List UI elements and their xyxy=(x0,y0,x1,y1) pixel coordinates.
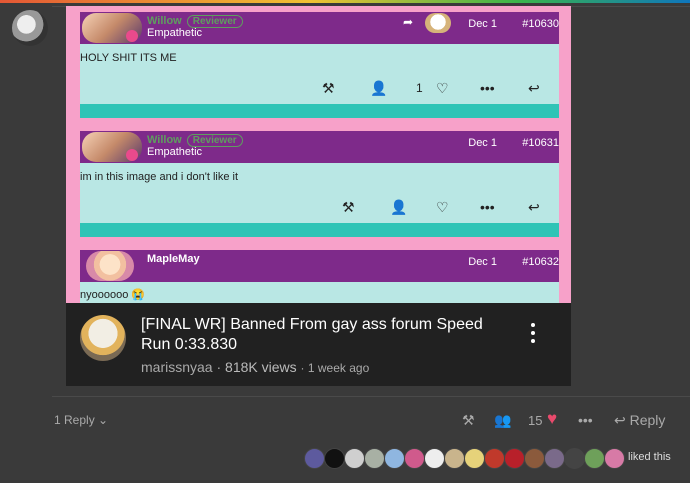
user-title: Empathetic xyxy=(147,146,203,158)
more-icon[interactable]: ••• xyxy=(578,412,593,428)
avatar[interactable] xyxy=(304,448,325,469)
avatar[interactable] xyxy=(324,448,345,469)
post-bar xyxy=(80,104,559,118)
post-header: MapleMay Dec 1 #10632 xyxy=(80,250,559,282)
replies-toggle[interactable]: 1 Reply ⌄ xyxy=(54,413,108,427)
liked-this-label: liked this xyxy=(628,451,671,463)
user-title: Empathetic xyxy=(147,27,203,39)
avatar xyxy=(86,251,134,281)
video-embed[interactable]: Willow Reviewer Empathetic ➦ Dec 1 #10630… xyxy=(66,6,571,386)
reply-icon: ↩ xyxy=(528,80,540,96)
reply-label: Reply xyxy=(629,412,666,428)
post-number: #10631 xyxy=(522,137,559,149)
avatar[interactable] xyxy=(544,448,565,469)
avatar[interactable] xyxy=(524,448,545,469)
view-count: 818K views xyxy=(225,359,297,375)
post-10631: Willow Reviewer Empathetic Dec 1 #10631 i… xyxy=(80,131,559,241)
post-number: #10632 xyxy=(522,256,559,268)
avatar[interactable] xyxy=(604,448,625,469)
user-icon: 👤 xyxy=(390,199,408,215)
post-body: im in this image and i don't like it ⚒ 👤… xyxy=(80,163,559,223)
avatar[interactable] xyxy=(12,10,48,46)
channel-avatar[interactable] xyxy=(80,315,126,361)
video-title[interactable]: [FINAL WR] Banned From gay ass forum Spe… xyxy=(141,315,511,355)
divider xyxy=(52,396,690,397)
video-info-bar: [FINAL WR] Banned From gay ass forum Spe… xyxy=(66,303,571,386)
reply-button[interactable]: ↩ Reply xyxy=(614,412,665,429)
channel-name[interactable]: marissnyaa xyxy=(141,359,213,375)
screenshot-frame: Willow Reviewer Empathetic ➦ Dec 1 #10630… xyxy=(66,6,571,303)
avatar[interactable] xyxy=(504,448,525,469)
heart-icon xyxy=(126,149,138,161)
hammer-icon[interactable]: ⚒ xyxy=(462,412,475,429)
avatar[interactable] xyxy=(364,448,385,469)
post-header: Willow Reviewer Empathetic ➦ Dec 1 #10630 xyxy=(80,12,559,44)
heart-icon[interactable]: ♥ xyxy=(547,409,557,429)
heart-icon xyxy=(126,30,138,42)
heart-icon: ♡ xyxy=(436,199,449,215)
post-header: Willow Reviewer Empathetic Dec 1 #10631 xyxy=(80,131,559,163)
avatar[interactable] xyxy=(564,448,585,469)
post-10630: Willow Reviewer Empathetic ➦ Dec 1 #10630… xyxy=(80,12,559,122)
avatar[interactable] xyxy=(384,448,405,469)
username-text: Willow xyxy=(147,15,182,27)
post-10632: MapleMay Dec 1 #10632 nyoooooo 😭 xyxy=(80,250,559,303)
user-icon: 👤 xyxy=(370,80,388,96)
post-bar xyxy=(80,223,559,237)
username: MapleMay xyxy=(147,253,200,265)
avatar[interactable] xyxy=(424,448,445,469)
replies-label: 1 Reply xyxy=(54,413,95,427)
post-text: im in this image and i don't like it xyxy=(80,171,239,183)
reply-arrow-icon: ➦ xyxy=(403,15,414,29)
post-date: Dec 1 xyxy=(468,256,497,268)
chevron-down-icon: ⌄ xyxy=(98,413,109,427)
more-icon: ••• xyxy=(480,199,495,215)
username-text: Willow xyxy=(147,134,182,146)
avatar xyxy=(425,13,451,33)
post-body: nyoooooo 😭 xyxy=(80,282,559,303)
avatar[interactable] xyxy=(484,448,505,469)
reply-icon: ↩ xyxy=(614,412,626,428)
video-meta: marissnyaa · 818K views · 1 week ago xyxy=(141,359,370,375)
hammer-icon: ⚒ xyxy=(322,80,335,96)
more-options-icon[interactable] xyxy=(528,319,538,349)
users-icon[interactable]: 👥 xyxy=(494,412,511,429)
heart-icon: ♡ xyxy=(436,80,449,96)
post-number: #10630 xyxy=(522,18,559,30)
avatar[interactable] xyxy=(404,448,425,469)
post-text: nyoooooo 😭 xyxy=(80,289,146,301)
reply-icon: ↩ xyxy=(528,199,540,215)
post-body: HOLY SHIT ITS ME ⚒ 👤 1 ♡ ••• ↩ xyxy=(80,44,559,104)
hammer-icon: ⚒ xyxy=(342,199,355,215)
post-text: HOLY SHIT ITS ME xyxy=(80,52,177,64)
post-date: Dec 1 xyxy=(468,137,497,149)
avatar[interactable] xyxy=(464,448,485,469)
post-date: Dec 1 xyxy=(468,18,497,30)
avatar[interactable] xyxy=(444,448,465,469)
more-icon: ••• xyxy=(480,80,495,96)
upload-age: 1 week ago xyxy=(307,361,370,375)
like-count: 1 xyxy=(416,81,423,95)
avatar[interactable] xyxy=(344,448,365,469)
color-bar xyxy=(0,0,690,3)
avatar[interactable] xyxy=(584,448,605,469)
like-count: 15 xyxy=(528,413,543,428)
